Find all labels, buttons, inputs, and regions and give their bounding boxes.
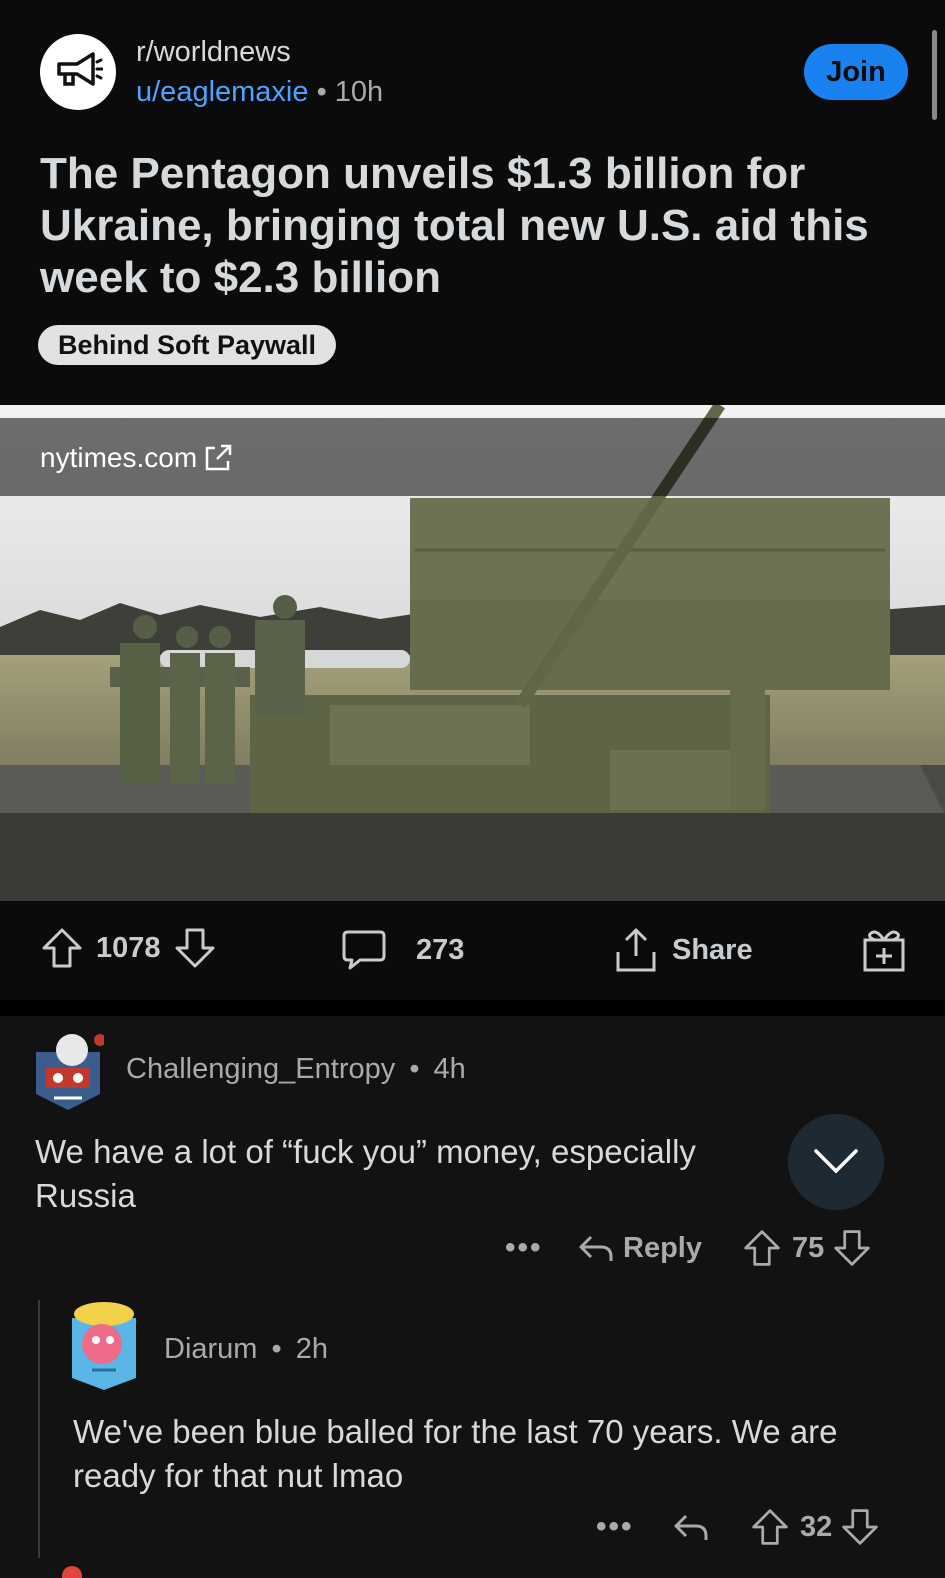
- megaphone-icon: [57, 52, 103, 86]
- commenter-avatar[interactable]: [32, 1032, 106, 1110]
- down-arrow-icon[interactable]: [173, 926, 217, 970]
- award-button[interactable]: [862, 926, 906, 972]
- comment-author-line: Diarum • 2h: [164, 1333, 328, 1366]
- section-divider: [0, 1000, 945, 1016]
- comment-age: 4h: [433, 1053, 466, 1085]
- post-flair: Behind Soft Paywall: [38, 325, 337, 365]
- comments-button[interactable]: 273: [340, 926, 464, 974]
- more-dots-icon[interactable]: •••: [596, 1510, 672, 1544]
- share-button[interactable]: Share: [612, 926, 753, 974]
- up-arrow-icon[interactable]: [40, 926, 84, 970]
- comment-author-line: Challenging_Entropy • 4h: [126, 1053, 466, 1086]
- comment-actions: ••• Reply 75: [505, 1228, 872, 1268]
- reply-arrow-icon[interactable]: [672, 1510, 710, 1544]
- reply-button[interactable]: Reply: [577, 1231, 702, 1265]
- post-card: r/worldnews u/eaglemaxie • 10h Join The …: [0, 0, 945, 1000]
- gift-icon: [863, 930, 905, 972]
- upvote-count: 1078: [96, 931, 161, 964]
- collapse-thread-button[interactable]: [788, 1114, 884, 1210]
- comment-text-line1: We have a lot of “fuck you” money, espec…: [35, 1133, 696, 1170]
- post-actions: 1078 273 Share: [0, 910, 945, 990]
- vote-group: 1078: [40, 926, 217, 970]
- post-author[interactable]: u/eaglemaxie: [136, 76, 309, 108]
- link-domain-text: nytimes.com: [40, 442, 198, 473]
- external-link-icon: [205, 444, 232, 471]
- comment-author[interactable]: Challenging_Entropy: [126, 1053, 395, 1085]
- subreddit-avatar[interactable]: [40, 34, 116, 110]
- comment-vote-count: 75: [791, 1231, 825, 1264]
- down-arrow-icon[interactable]: [832, 1228, 872, 1268]
- link-domain[interactable]: nytimes.com: [40, 442, 233, 474]
- thread-line[interactable]: [38, 1300, 40, 1558]
- comment-author[interactable]: Diarum: [164, 1333, 257, 1365]
- down-arrow-icon[interactable]: [840, 1507, 880, 1547]
- comment-text-line2: Russia: [35, 1177, 136, 1214]
- up-arrow-icon[interactable]: [742, 1228, 782, 1268]
- comment-body: We've been blue balled for the last 70 y…: [73, 1413, 838, 1494]
- reply-arrow-icon: [579, 1235, 613, 1261]
- chevron-down-icon: [814, 1149, 858, 1174]
- scrollbar[interactable]: [932, 30, 937, 120]
- share-label: Share: [672, 933, 753, 966]
- post-meta: u/eaglemaxie • 10h: [136, 76, 383, 109]
- share-icon: [616, 928, 656, 972]
- join-button[interactable]: Join: [804, 44, 908, 100]
- up-arrow-icon[interactable]: [750, 1507, 790, 1547]
- reply-label: Reply: [623, 1231, 702, 1264]
- meta-separator: •: [409, 1053, 420, 1085]
- post-title[interactable]: The Pentagon unveils $1.3 billion for Uk…: [40, 148, 910, 304]
- comment-vote-count: 32: [800, 1510, 833, 1543]
- more-dots-icon[interactable]: •••: [505, 1231, 577, 1265]
- comment-bubble-icon: [342, 930, 386, 970]
- comment-count: 273: [416, 933, 465, 966]
- reply-avatar[interactable]: [68, 1300, 140, 1390]
- meta-separator: •: [271, 1333, 282, 1365]
- post-header: r/worldnews u/eaglemaxie • 10h Join: [40, 34, 920, 114]
- subreddit-name[interactable]: r/worldnews: [136, 36, 291, 69]
- meta-separator: •: [316, 76, 327, 108]
- comment-age: 2h: [295, 1333, 329, 1365]
- comment-body: We have a lot of “fuck you” money, espec…: [35, 1130, 785, 1218]
- post-age: 10h: [334, 76, 384, 108]
- comment-actions: ••• 32: [596, 1507, 880, 1547]
